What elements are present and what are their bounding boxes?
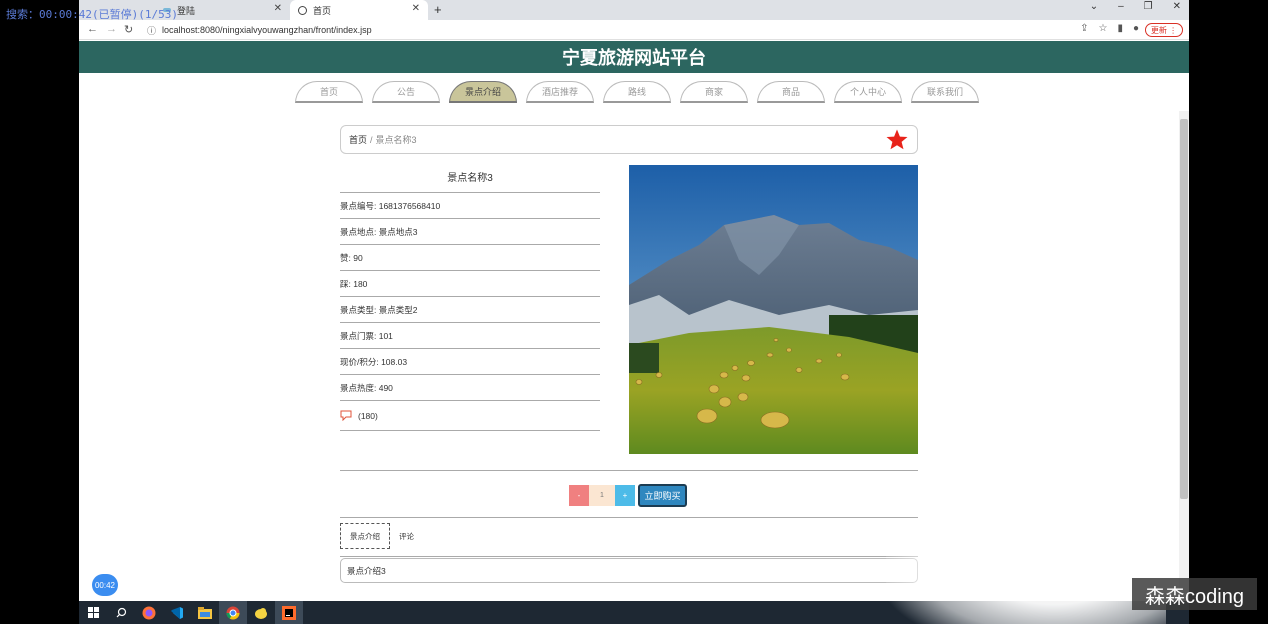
watermark: 森森coding (1132, 578, 1257, 610)
tab-home[interactable]: 首页 ✕ (290, 0, 428, 20)
detail-row-id: 景点编号: 1681376568410 (340, 193, 600, 219)
quantity-increment-button[interactable]: + (615, 485, 635, 506)
attraction-name: 景点名称3 (340, 167, 600, 193)
windows-start-icon[interactable] (79, 601, 107, 624)
scrollbar-thumb[interactable] (1180, 119, 1188, 499)
section-divider (340, 517, 918, 518)
section-divider (340, 470, 918, 471)
reload-icon[interactable]: ↻ (124, 23, 133, 36)
nav-item-products[interactable]: 商品 (757, 81, 825, 103)
globe-icon (298, 5, 307, 15)
vscode-icon[interactable] (163, 601, 191, 624)
attraction-photo (629, 165, 918, 454)
nav-item-merchants[interactable]: 商家 (680, 81, 748, 103)
nav-item-notice[interactable]: 公告 (372, 81, 440, 103)
detail-row-ticket: 景点门票: 101 (340, 323, 600, 349)
nav-item-profile[interactable]: 个人中心 (834, 81, 902, 103)
breadcrumb-separator: / (370, 134, 373, 145)
main-nav: 首页 公告 景点介绍 酒店推荐 路线 商家 商品 个人中心 联系我们 (295, 81, 979, 103)
nav-item-routes[interactable]: 路线 (603, 81, 671, 103)
quantity-decrement-button[interactable]: - (569, 485, 589, 506)
new-tab-button[interactable]: + (434, 2, 442, 17)
tab-strip: 登陆 ✕ 首页 ✕ + ⌄ – ❐ ✕ (79, 0, 1189, 20)
close-icon[interactable]: ✕ (274, 3, 282, 14)
attraction-detail-list: 景点名称3 景点编号: 1681376568410 景点地点: 景点地点3 赞:… (340, 167, 600, 431)
file-explorer-icon[interactable] (191, 601, 219, 624)
detail-row-popularity: 景点热度: 490 (340, 375, 600, 401)
screen: 搜索：00:00:42(已暂停)(1/53) 登陆 ✕ 首页 ✕ + ⌄ – ❐… (0, 0, 1268, 624)
profile-icon[interactable]: ● (1133, 23, 1139, 34)
nav-item-hotels[interactable]: 酒店推荐 (526, 81, 594, 103)
comment-count-row[interactable]: (180) (340, 401, 600, 431)
detail-row-location: 景点地点: 景点地点3 (340, 219, 600, 245)
search-icon[interactable] (107, 601, 135, 624)
content-tabs: 景点介绍 评论 (340, 523, 423, 549)
nav-item-contact[interactable]: 联系我们 (911, 81, 979, 103)
app-duck-icon[interactable] (247, 601, 275, 624)
sidebar-icon[interactable]: ▮ (1117, 23, 1123, 34)
url-text: localhost:8080/ningxialvyouwangzhan/fron… (162, 25, 372, 35)
minimize-icon[interactable]: – (1118, 1, 1124, 12)
nav-item-home[interactable]: 首页 (295, 81, 363, 103)
close-window-icon[interactable]: ✕ (1173, 1, 1181, 12)
section-divider (340, 556, 918, 557)
quantity-input[interactable]: 1 (589, 485, 615, 506)
share-icon[interactable]: ⇪ (1080, 23, 1088, 34)
close-icon[interactable]: ✕ (412, 3, 420, 14)
page-scrollbar[interactable] (1179, 111, 1189, 601)
tab-login-label: 登陆 (177, 5, 196, 16)
address-bar: ← → ↻ ⓘ localhost:8080/ningxialvyouwangz… (79, 20, 1189, 40)
firefox-icon[interactable] (135, 601, 163, 624)
detail-row-type: 景点类型: 景点类型2 (340, 297, 600, 323)
tab-attraction-intro[interactable]: 景点介绍 (340, 523, 390, 549)
site-header: 宁夏旅游网站平台 (79, 41, 1189, 73)
restore-icon[interactable]: ❐ (1144, 1, 1153, 12)
tab-comments[interactable]: 评论 (390, 523, 423, 549)
detail-row-likes: 赞: 90 (340, 245, 600, 271)
detail-row-dislikes: 踩: 180 (340, 271, 600, 297)
tab-search-icon[interactable]: ⌄ (1090, 1, 1098, 12)
window-controls: ⌄ – ❐ ✕ (1090, 1, 1181, 12)
breadcrumb: 首页 / 景点名称3 (340, 125, 918, 154)
recording-timer-badge[interactable]: 00:42 (92, 574, 118, 596)
intellij-icon[interactable] (275, 601, 303, 624)
favorite-star-icon[interactable] (885, 128, 909, 152)
breadcrumb-home[interactable]: 首页 (349, 133, 367, 146)
comment-count: (180) (358, 410, 378, 421)
tab-home-label: 首页 (313, 5, 332, 16)
update-button[interactable]: 更新 ⋮ (1145, 23, 1183, 37)
forward-icon[interactable]: → (106, 23, 117, 35)
light-glare-overlay (886, 490, 1166, 624)
site-info-icon[interactable]: ⓘ (147, 24, 156, 37)
detail-row-price: 现价/积分: 108.03 (340, 349, 600, 375)
bookmark-star-icon[interactable]: ☆ (1098, 23, 1107, 34)
address-bar-icons: ⇪ ☆ ▮ ● (1080, 23, 1139, 34)
attraction-intro-content: 景点介绍3 (340, 558, 918, 583)
url-field[interactable]: ⓘ localhost:8080/ningxialvyouwangzhan/fr… (141, 22, 1061, 38)
update-label: 更新 (1150, 25, 1167, 35)
back-icon[interactable]: ← (87, 23, 98, 35)
recording-overlay-text: 搜索：00:00:42(已暂停)(1/53) (6, 8, 178, 21)
site-title: 宁夏旅游网站平台 (562, 48, 706, 68)
nav-item-attractions[interactable]: 景点介绍 (449, 81, 517, 103)
chrome-icon[interactable] (219, 601, 247, 624)
buy-now-button[interactable]: 立即购买 (638, 484, 687, 507)
quantity-stepper: - 1 + 立即购买 (569, 484, 687, 507)
comment-icon (340, 410, 352, 421)
breadcrumb-current: 景点名称3 (375, 135, 417, 145)
